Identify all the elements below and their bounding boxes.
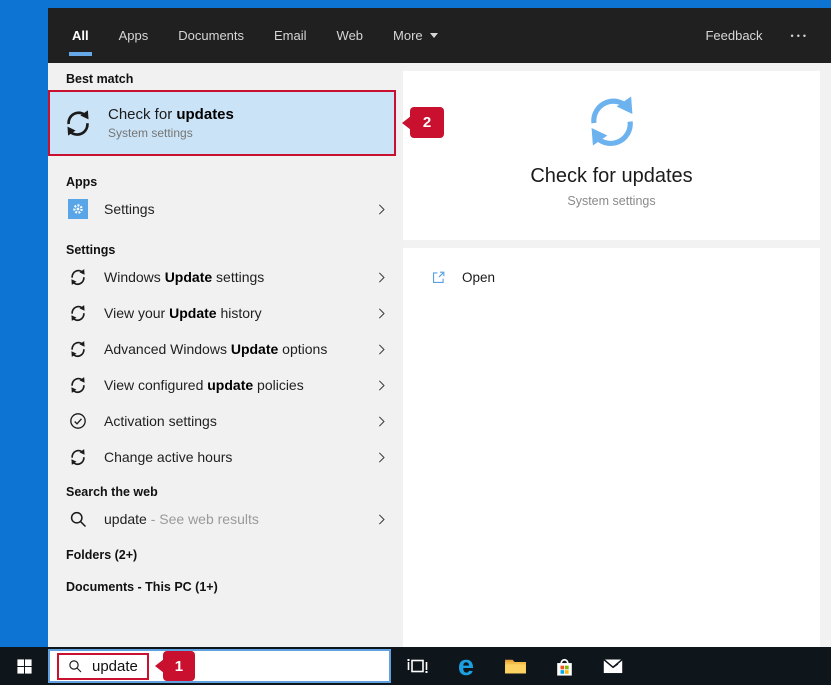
result-item-settings-app[interactable]: Settings <box>48 191 403 227</box>
annotation-callout-2: 2 <box>402 107 444 138</box>
taskbar-search-box[interactable]: update 1 <box>48 649 391 683</box>
chevron-right-icon[interactable] <box>374 342 389 357</box>
chevron-right-icon[interactable] <box>374 378 389 393</box>
folder-icon <box>503 654 528 679</box>
checkmark-circle-icon <box>68 411 88 431</box>
tab-email[interactable]: Email <box>274 8 307 63</box>
annotation-box-search: update <box>57 652 149 680</box>
best-match-subtitle: System settings <box>108 126 193 140</box>
filter-tabs: All Apps Documents Email Web More <box>69 8 438 63</box>
result-item-advanced-update-options[interactable]: Advanced Windows Update options <box>48 331 403 367</box>
preview-title: Check for updates <box>530 165 693 187</box>
refresh-icon <box>62 107 94 139</box>
task-view-icon <box>405 654 429 678</box>
store-bag-icon <box>552 654 577 679</box>
refresh-icon <box>68 339 88 359</box>
preview-actions-card: Open <box>403 248 820 647</box>
section-header-folders[interactable]: Folders (2+) <box>48 546 403 564</box>
preview-card: Check for updates System settings <box>403 71 820 240</box>
microsoft-store-button[interactable] <box>551 653 577 679</box>
settings-gear-icon <box>68 199 88 219</box>
section-header-settings: Settings <box>66 243 116 257</box>
section-header-search-the-web: Search the web <box>66 485 158 499</box>
best-match-result-check-for-updates[interactable]: Check for updates System settings <box>48 90 396 156</box>
edge-browser-button[interactable]: e <box>453 650 479 682</box>
annotation-callout-1: 1 <box>154 651 195 681</box>
refresh-icon <box>68 375 88 395</box>
more-options-icon[interactable]: ••• <box>791 31 809 41</box>
chevron-right-icon[interactable] <box>374 450 389 465</box>
mail-button[interactable] <box>600 653 626 679</box>
edge-icon: e <box>457 650 475 682</box>
taskbar-icons: e <box>404 650 626 682</box>
refresh-icon <box>68 303 88 323</box>
section-header-apps: Apps <box>66 175 98 189</box>
search-input-value[interactable]: update <box>92 658 138 675</box>
tab-documents[interactable]: Documents <box>178 8 244 63</box>
feedback-button[interactable]: Feedback <box>705 28 762 43</box>
taskbar: update 1 e <box>0 647 831 685</box>
result-item-web-search-update[interactable]: update - See web results <box>48 501 403 537</box>
open-external-icon <box>430 269 447 286</box>
search-icon <box>68 509 88 529</box>
refresh-icon <box>68 267 88 287</box>
result-item-activation-settings[interactable]: Activation settings <box>48 403 403 439</box>
chevron-right-icon[interactable] <box>374 270 389 285</box>
result-item-change-active-hours[interactable]: Change active hours <box>48 439 403 475</box>
windows-logo-icon <box>16 658 33 675</box>
refresh-icon-large <box>581 90 643 152</box>
chevron-right-icon[interactable] <box>374 306 389 321</box>
dropdown-arrow-icon <box>429 33 438 38</box>
section-header-best-match: Best match <box>66 72 134 86</box>
search-filter-bar: All Apps Documents Email Web More Feedba… <box>48 8 831 63</box>
search-icon <box>67 658 83 674</box>
results-pane: Best match Check for updates System sett… <box>48 63 403 647</box>
preview-subtitle: System settings <box>567 194 656 208</box>
best-match-title: Check for updates <box>108 106 234 123</box>
chevron-right-icon[interactable] <box>374 202 389 217</box>
header-right: Feedback ••• <box>705 28 809 43</box>
refresh-icon <box>68 447 88 467</box>
file-explorer-button[interactable] <box>502 653 528 679</box>
result-item-windows-update-settings[interactable]: Windows Update settings <box>48 259 403 295</box>
chevron-right-icon[interactable] <box>374 414 389 429</box>
tab-all[interactable]: All <box>69 8 92 63</box>
tab-web[interactable]: Web <box>337 8 364 63</box>
tab-more[interactable]: More <box>393 8 438 63</box>
start-button[interactable] <box>0 647 48 685</box>
task-view-button[interactable] <box>404 653 430 679</box>
search-results-body: Best match Check for updates System sett… <box>48 63 831 647</box>
preview-pane: Check for updates System settings Open <box>403 63 831 647</box>
desktop: All Apps Documents Email Web More Feedba… <box>0 0 831 685</box>
mail-envelope-icon <box>600 653 626 679</box>
section-header-documents-this-pc[interactable]: Documents - This PC (1+) <box>48 578 403 596</box>
result-item-configured-update-policies[interactable]: View configured update policies <box>48 367 403 403</box>
chevron-right-icon[interactable] <box>374 512 389 527</box>
open-action[interactable]: Open <box>403 248 820 286</box>
start-search-flyout: All Apps Documents Email Web More Feedba… <box>48 8 831 647</box>
tab-apps[interactable]: Apps <box>119 8 149 63</box>
result-item-view-update-history[interactable]: View your Update history <box>48 295 403 331</box>
